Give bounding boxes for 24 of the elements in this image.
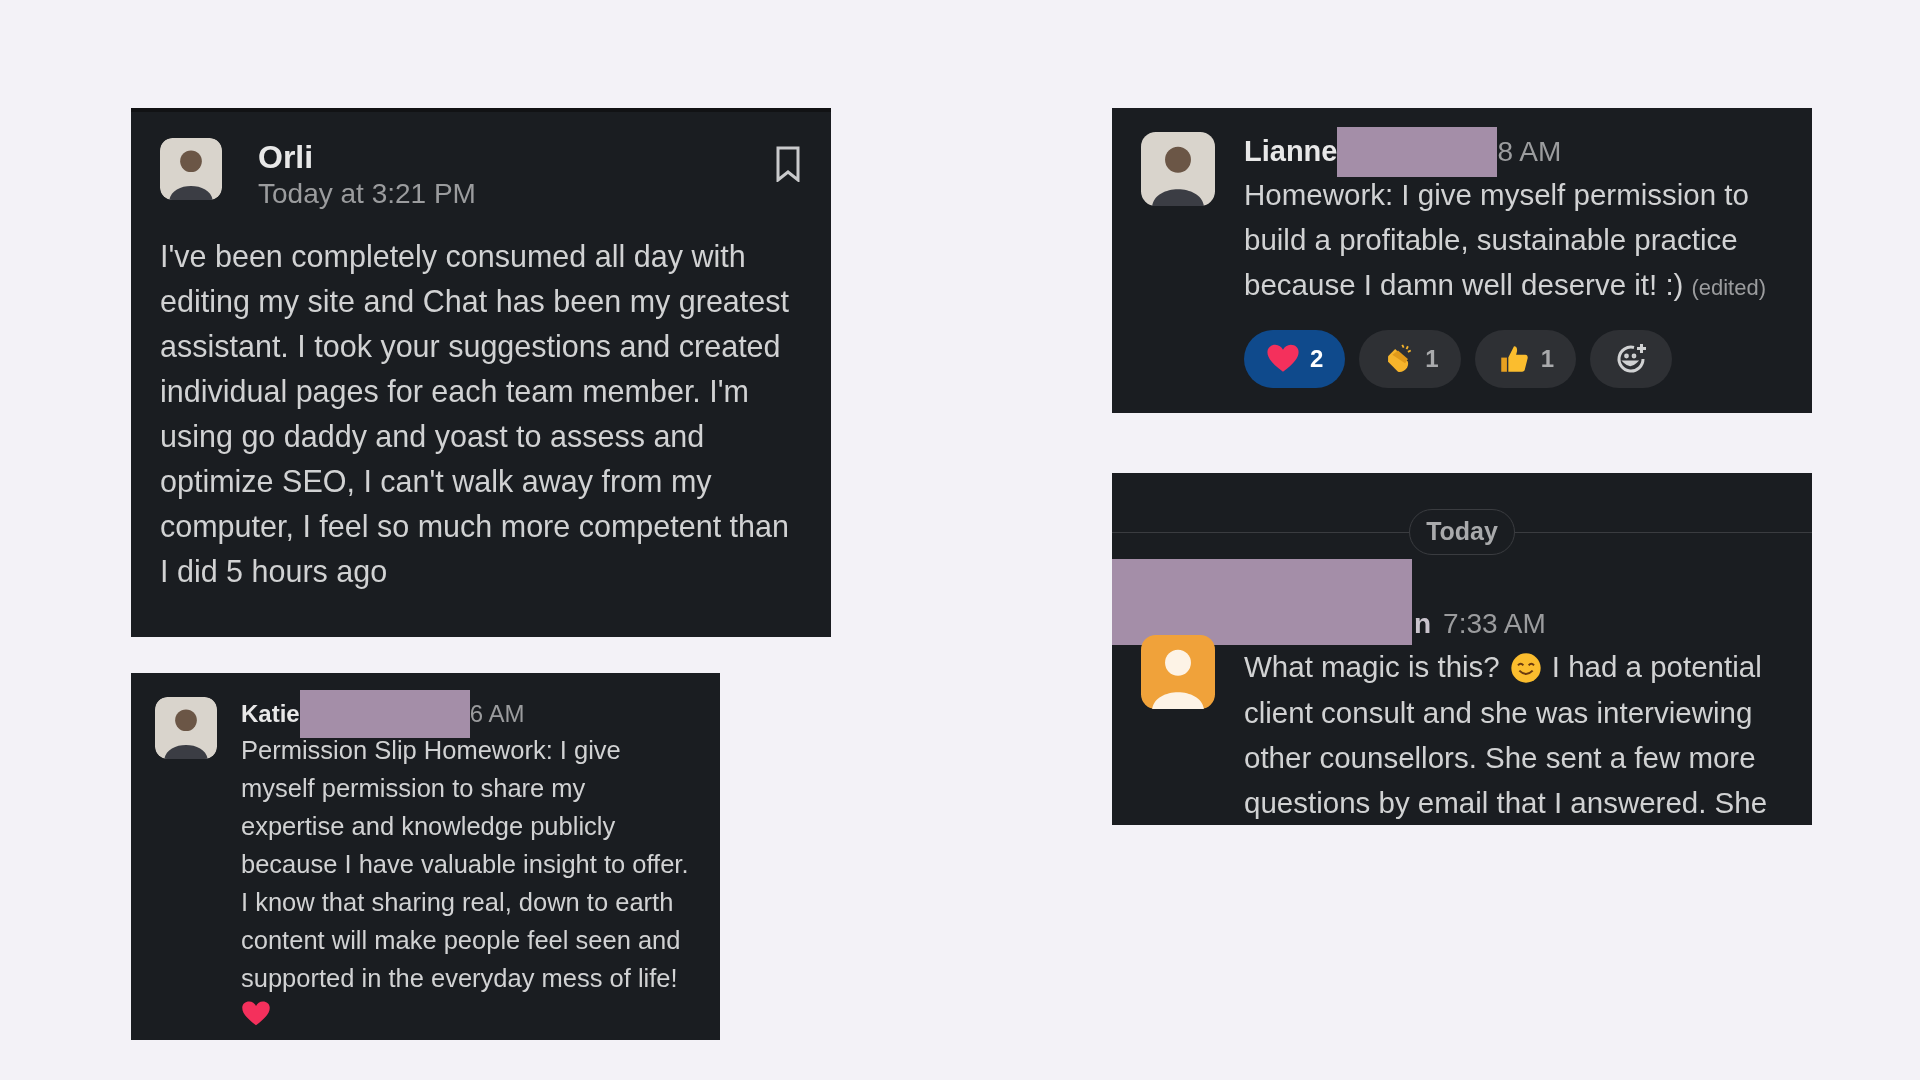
timestamp: 6 AM	[469, 699, 525, 729]
author-name: Katie	[241, 699, 300, 729]
author-name: Lianne	[1244, 134, 1338, 170]
timestamp: Today at 3:21 PM	[258, 177, 477, 211]
avatar-icon	[1141, 132, 1215, 206]
message-text: Homework: I give myself permission to build a profitable, sustainable practice because I damn well deserve it! :) (edited)	[1244, 177, 1767, 303]
message-text: client consult and she was interviewing other counsellors. She sent a few more questions by email that I answered. She	[1244, 695, 1768, 821]
message-text: Permission Slip Homework: I give myself permission to share my expertise and knowledge publicly because I have valuable insight to offer. I know that sharing real, down to earth content will make people feel seen and supported in the everyday mess of life!	[241, 735, 689, 994]
edited-label: (edited)	[1691, 275, 1767, 300]
message-text: I've been completely consumed all day with editing my site and Chat has been my greatest assistant. I took your suggestions and created individual pages for each team member. I'm using go daddy and yoast to assess and optimize SEO, I can't walk away from my computer, I feel so much more competent than I did 5 hours ago	[160, 238, 790, 591]
author-name: Orli	[258, 138, 315, 176]
reaction-pill[interactable]: 1	[1359, 330, 1461, 388]
reaction-pill[interactable]: 1	[1474, 330, 1577, 388]
reaction-pill[interactable]: 2	[1244, 330, 1346, 388]
smiling-face-icon	[1509, 651, 1542, 684]
bookmark-icon[interactable]	[774, 146, 802, 182]
timestamp: 7:33 AM	[1443, 607, 1546, 641]
message-text: I had a potential	[1551, 649, 1762, 686]
avatar-icon	[160, 138, 222, 200]
avatar-icon	[1141, 635, 1215, 709]
author-name: n	[1414, 607, 1432, 641]
timestamp: 8 AM	[1497, 135, 1562, 169]
avatar-icon	[155, 697, 217, 759]
message-text: What magic is this?	[1244, 649, 1500, 686]
